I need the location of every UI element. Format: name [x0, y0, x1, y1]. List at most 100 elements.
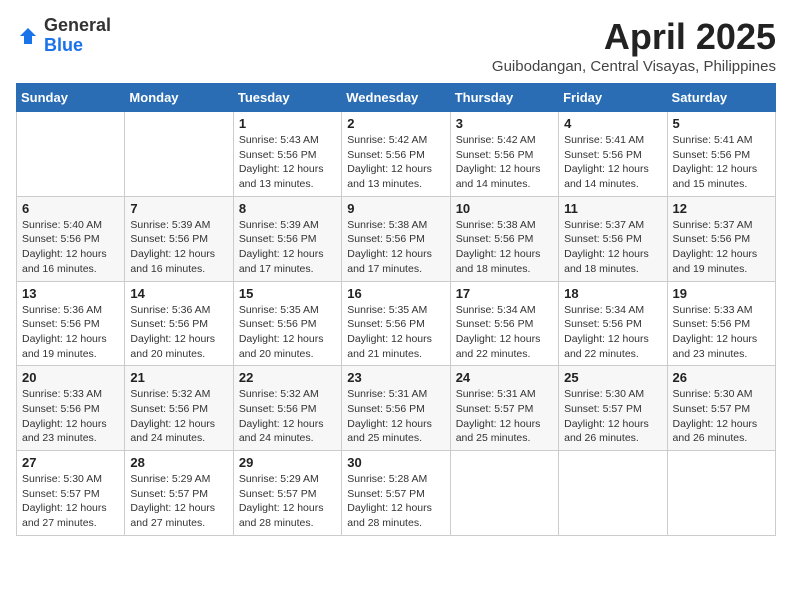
calendar-table: SundayMondayTuesdayWednesdayThursdayFrid… — [16, 83, 776, 536]
calendar-week-row: 1 Sunrise: 5:43 AM Sunset: 5:56 PM Daylig… — [17, 112, 776, 197]
day-number: 8 — [239, 201, 336, 216]
day-info: Sunrise: 5:36 AM Sunset: 5:56 PM Dayligh… — [22, 303, 119, 362]
day-info: Sunrise: 5:30 AM Sunset: 5:57 PM Dayligh… — [564, 387, 661, 446]
calendar-cell: 29 Sunrise: 5:29 AM Sunset: 5:57 PM Dayli… — [233, 451, 341, 536]
day-number: 14 — [130, 286, 227, 301]
day-number: 16 — [347, 286, 444, 301]
day-number: 6 — [22, 201, 119, 216]
calendar-cell — [450, 451, 558, 536]
calendar-cell: 18 Sunrise: 5:34 AM Sunset: 5:56 PM Dayli… — [559, 281, 667, 366]
day-info: Sunrise: 5:38 AM Sunset: 5:56 PM Dayligh… — [456, 218, 553, 277]
day-info: Sunrise: 5:33 AM Sunset: 5:56 PM Dayligh… — [22, 387, 119, 446]
calendar-cell: 24 Sunrise: 5:31 AM Sunset: 5:57 PM Dayli… — [450, 366, 558, 451]
day-info: Sunrise: 5:30 AM Sunset: 5:57 PM Dayligh… — [673, 387, 770, 446]
calendar-cell: 6 Sunrise: 5:40 AM Sunset: 5:56 PM Daylig… — [17, 196, 125, 281]
day-number: 30 — [347, 455, 444, 470]
location-subtitle: Guibodangan, Central Visayas, Philippine… — [492, 58, 776, 75]
calendar-cell: 22Sunrise: 5:32 AM Sunset: 5:56 PM Dayli… — [233, 366, 341, 451]
calendar-week-row: 27Sunrise: 5:30 AM Sunset: 5:57 PM Dayli… — [17, 451, 776, 536]
weekday-header-monday: Monday — [125, 84, 233, 112]
calendar-cell: 20 Sunrise: 5:33 AM Sunset: 5:56 PM Dayli… — [17, 366, 125, 451]
day-number: 1 — [239, 116, 336, 131]
day-info: Sunrise: 5:28 AM Sunset: 5:57 PM Dayligh… — [347, 472, 444, 531]
calendar-cell — [125, 112, 233, 197]
day-info: Sunrise: 5:41 AM Sunset: 5:56 PM Dayligh… — [673, 133, 770, 192]
calendar-cell: 8 Sunrise: 5:39 AM Sunset: 5:56 PM Daylig… — [233, 196, 341, 281]
day-info: Sunrise: 5:30 AM Sunset: 5:57 PM Dayligh… — [22, 472, 119, 531]
weekday-header-saturday: Saturday — [667, 84, 775, 112]
day-info: Sunrise: 5:40 AM Sunset: 5:56 PM Dayligh… — [22, 218, 119, 277]
day-number: 4 — [564, 116, 661, 131]
day-number: 29 — [239, 455, 336, 470]
calendar-week-row: 20 Sunrise: 5:33 AM Sunset: 5:56 PM Dayli… — [17, 366, 776, 451]
title-block: April 2025 Guibodangan, Central Visayas,… — [492, 16, 776, 75]
day-info: Sunrise: 5:39 AM Sunset: 5:56 PM Dayligh… — [239, 218, 336, 277]
day-info: Sunrise: 5:35 AM Sunset: 5:56 PM Dayligh… — [347, 303, 444, 362]
calendar-cell: 27Sunrise: 5:30 AM Sunset: 5:57 PM Dayli… — [17, 451, 125, 536]
day-number: 22 — [239, 370, 336, 385]
calendar-cell: 17Sunrise: 5:34 AM Sunset: 5:56 PM Dayli… — [450, 281, 558, 366]
day-number: 11 — [564, 201, 661, 216]
calendar-week-row: 13 Sunrise: 5:36 AM Sunset: 5:56 PM Dayli… — [17, 281, 776, 366]
weekday-header-sunday: Sunday — [17, 84, 125, 112]
day-info: Sunrise: 5:31 AM Sunset: 5:56 PM Dayligh… — [347, 387, 444, 446]
weekday-header-tuesday: Tuesday — [233, 84, 341, 112]
day-number: 15 — [239, 286, 336, 301]
calendar-cell — [559, 451, 667, 536]
logo-general: General — [44, 15, 111, 35]
logo-text: General Blue — [44, 16, 111, 56]
day-info: Sunrise: 5:42 AM Sunset: 5:56 PM Dayligh… — [456, 133, 553, 192]
day-number: 13 — [22, 286, 119, 301]
logo-blue: Blue — [44, 35, 83, 55]
calendar-cell: 1 Sunrise: 5:43 AM Sunset: 5:56 PM Daylig… — [233, 112, 341, 197]
day-number: 18 — [564, 286, 661, 301]
calendar-cell: 11Sunrise: 5:37 AM Sunset: 5:56 PM Dayli… — [559, 196, 667, 281]
day-number: 3 — [456, 116, 553, 131]
calendar-cell: 21 Sunrise: 5:32 AM Sunset: 5:56 PM Dayli… — [125, 366, 233, 451]
calendar-cell: 4 Sunrise: 5:41 AM Sunset: 5:56 PM Daylig… — [559, 112, 667, 197]
logo-icon — [16, 24, 40, 48]
calendar-cell — [667, 451, 775, 536]
calendar-cell: 2 Sunrise: 5:42 AM Sunset: 5:56 PM Daylig… — [342, 112, 450, 197]
day-info: Sunrise: 5:34 AM Sunset: 5:56 PM Dayligh… — [564, 303, 661, 362]
calendar-cell: 3 Sunrise: 5:42 AM Sunset: 5:56 PM Daylig… — [450, 112, 558, 197]
calendar-cell: 5 Sunrise: 5:41 AM Sunset: 5:56 PM Daylig… — [667, 112, 775, 197]
day-info: Sunrise: 5:41 AM Sunset: 5:56 PM Dayligh… — [564, 133, 661, 192]
calendar-cell: 28Sunrise: 5:29 AM Sunset: 5:57 PM Dayli… — [125, 451, 233, 536]
day-number: 25 — [564, 370, 661, 385]
day-info: Sunrise: 5:43 AM Sunset: 5:56 PM Dayligh… — [239, 133, 336, 192]
calendar-cell: 9Sunrise: 5:38 AM Sunset: 5:56 PM Daylig… — [342, 196, 450, 281]
day-info: Sunrise: 5:42 AM Sunset: 5:56 PM Dayligh… — [347, 133, 444, 192]
day-info: Sunrise: 5:31 AM Sunset: 5:57 PM Dayligh… — [456, 387, 553, 446]
day-number: 7 — [130, 201, 227, 216]
day-info: Sunrise: 5:29 AM Sunset: 5:57 PM Dayligh… — [239, 472, 336, 531]
month-title: April 2025 — [492, 16, 776, 58]
calendar-cell: 23Sunrise: 5:31 AM Sunset: 5:56 PM Dayli… — [342, 366, 450, 451]
day-info: Sunrise: 5:37 AM Sunset: 5:56 PM Dayligh… — [673, 218, 770, 277]
day-number: 19 — [673, 286, 770, 301]
day-info: Sunrise: 5:33 AM Sunset: 5:56 PM Dayligh… — [673, 303, 770, 362]
calendar-cell: 15 Sunrise: 5:35 AM Sunset: 5:56 PM Dayli… — [233, 281, 341, 366]
day-number: 24 — [456, 370, 553, 385]
day-number: 10 — [456, 201, 553, 216]
weekday-header-thursday: Thursday — [450, 84, 558, 112]
day-info: Sunrise: 5:36 AM Sunset: 5:56 PM Dayligh… — [130, 303, 227, 362]
calendar-cell: 26 Sunrise: 5:30 AM Sunset: 5:57 PM Dayli… — [667, 366, 775, 451]
day-number: 21 — [130, 370, 227, 385]
day-info: Sunrise: 5:35 AM Sunset: 5:56 PM Dayligh… — [239, 303, 336, 362]
day-info: Sunrise: 5:29 AM Sunset: 5:57 PM Dayligh… — [130, 472, 227, 531]
logo: General Blue — [16, 16, 111, 56]
day-number: 26 — [673, 370, 770, 385]
day-number: 5 — [673, 116, 770, 131]
day-number: 17 — [456, 286, 553, 301]
day-number: 20 — [22, 370, 119, 385]
calendar-cell: 16 Sunrise: 5:35 AM Sunset: 5:56 PM Dayli… — [342, 281, 450, 366]
day-info: Sunrise: 5:32 AM Sunset: 5:56 PM Dayligh… — [130, 387, 227, 446]
calendar-cell: 25 Sunrise: 5:30 AM Sunset: 5:57 PM Dayli… — [559, 366, 667, 451]
page-header: General Blue April 2025 Guibodangan, Cen… — [16, 16, 776, 75]
day-number: 2 — [347, 116, 444, 131]
calendar-cell: 19 Sunrise: 5:33 AM Sunset: 5:56 PM Dayli… — [667, 281, 775, 366]
calendar-week-row: 6 Sunrise: 5:40 AM Sunset: 5:56 PM Daylig… — [17, 196, 776, 281]
day-info: Sunrise: 5:39 AM Sunset: 5:56 PM Dayligh… — [130, 218, 227, 277]
calendar-cell: 14 Sunrise: 5:36 AM Sunset: 5:56 PM Dayli… — [125, 281, 233, 366]
